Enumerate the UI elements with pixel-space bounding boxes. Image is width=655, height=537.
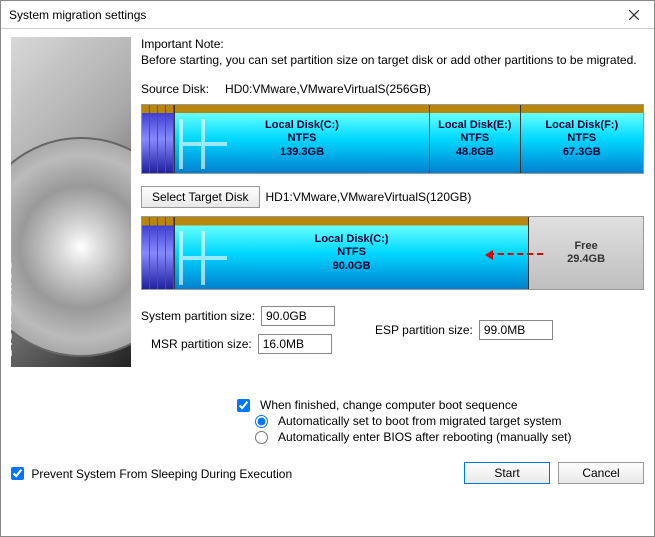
source-partition-c[interactable]: Local Disk(C:) NTFS 139.3GB bbox=[174, 105, 429, 173]
brand-image: DISKGENIUS bbox=[11, 37, 131, 367]
window-title: System migration settings bbox=[9, 8, 614, 22]
finish-change-label: When finished, change computer boot sequ… bbox=[260, 398, 518, 412]
source-disk-bar: Local Disk(C:) NTFS 139.3GB Local Disk(E… bbox=[141, 104, 644, 174]
esp-part-size-label: ESP partition size: bbox=[375, 323, 473, 337]
target-free-space[interactable]: Free 29.4GB bbox=[528, 217, 643, 289]
titlebar: System migration settings bbox=[1, 1, 654, 29]
sys-part-size-input[interactable] bbox=[261, 306, 335, 326]
source-partition-e[interactable]: Local Disk(E:) NTFS 48.8GB bbox=[429, 105, 520, 173]
finish-change-checkbox[interactable] bbox=[237, 399, 250, 412]
target-disk-bar: Local Disk(C:) NTFS 90.0GB Free 29.4GB bbox=[141, 216, 644, 290]
msr-part-size-label: MSR partition size: bbox=[151, 337, 252, 351]
close-button[interactable] bbox=[614, 1, 654, 29]
close-icon bbox=[629, 10, 639, 20]
source-disk-value: HD0:VMware,VMwareVirtualS(256GB) bbox=[225, 82, 431, 96]
msr-part-size-input[interactable] bbox=[258, 334, 332, 354]
note-text: Before starting, you can set partition s… bbox=[141, 53, 644, 68]
target-disk-value: HD1:VMware,VMwareVirtualS(120GB) bbox=[266, 190, 472, 204]
auto-boot-radio[interactable] bbox=[255, 415, 268, 428]
prevent-sleep-label: Prevent System From Sleeping During Exec… bbox=[31, 466, 292, 480]
auto-boot-label: Automatically set to boot from migrated … bbox=[278, 414, 561, 428]
source-partition-f[interactable]: Local Disk(F:) NTFS 67.3GB bbox=[520, 105, 643, 173]
target-partition-c[interactable]: Local Disk(C:) NTFS 90.0GB bbox=[174, 217, 528, 289]
bios-label: Automatically enter BIOS after rebooting… bbox=[278, 430, 571, 444]
prevent-sleep-checkbox[interactable] bbox=[11, 467, 24, 480]
source-disk-label: Source Disk: bbox=[141, 82, 209, 96]
brand-label: DISKGENIUS bbox=[11, 260, 15, 357]
cancel-button[interactable]: Cancel bbox=[558, 462, 644, 484]
bios-radio[interactable] bbox=[255, 431, 268, 444]
sys-part-size-label: System partition size: bbox=[141, 309, 255, 323]
resize-arrow-icon[interactable] bbox=[488, 253, 543, 255]
select-target-disk-button[interactable]: Select Target Disk bbox=[141, 186, 260, 208]
esp-part-size-input[interactable] bbox=[479, 320, 553, 340]
start-button[interactable]: Start bbox=[464, 462, 550, 484]
note-title: Important Note: bbox=[141, 37, 644, 51]
